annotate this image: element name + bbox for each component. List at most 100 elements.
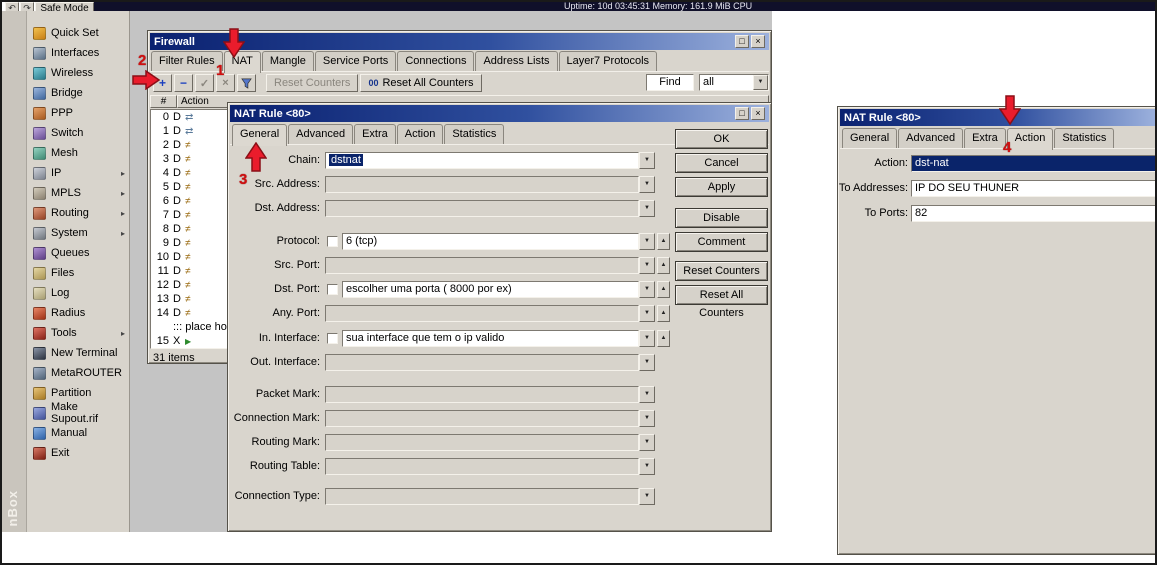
tab-advanced[interactable]: Advanced bbox=[288, 124, 353, 144]
reset-counters-button[interactable]: Reset Counters bbox=[675, 261, 768, 281]
protocol-up-toggle[interactable]: ▲ bbox=[657, 233, 670, 250]
any-port-field[interactable] bbox=[325, 305, 639, 322]
tab-action[interactable]: Action bbox=[397, 124, 444, 144]
sidebar-item-mpls[interactable]: MPLS ▸ bbox=[27, 183, 129, 203]
sidebar-item-exit[interactable]: Exit bbox=[27, 443, 129, 463]
tab-general[interactable]: General bbox=[842, 128, 897, 148]
any-port-up-toggle[interactable]: ▲ bbox=[657, 305, 670, 322]
connection-type-dropdown-button[interactable]: ▼ bbox=[639, 488, 655, 505]
src-address-field[interactable] bbox=[325, 176, 639, 193]
enable-rule-button[interactable]: ✓ bbox=[195, 74, 214, 92]
reset-all-counters-button[interactable]: 00 Reset All Counters bbox=[360, 74, 481, 92]
dst-port-dropdown-button[interactable]: ▼ bbox=[639, 281, 655, 298]
sidebar-item-routing[interactable]: Routing ▸ bbox=[27, 203, 129, 223]
in-interface-checkbox[interactable] bbox=[327, 333, 338, 344]
sidebar-item-tools[interactable]: Tools ▸ bbox=[27, 323, 129, 343]
nat-rule-action-dialog: NAT Rule <80> General Advanced Extra Act… bbox=[837, 106, 1157, 555]
column-header-num[interactable]: # bbox=[150, 95, 177, 108]
sidebar-item-partition[interactable]: Partition bbox=[27, 383, 129, 403]
connection-mark-dropdown-button[interactable]: ▼ bbox=[639, 410, 655, 427]
in-interface-field[interactable]: sua interface que tem o ip valido bbox=[342, 330, 639, 347]
sidebar-item-radius[interactable]: Radius bbox=[27, 303, 129, 323]
src-address-dropdown-button[interactable]: ▼ bbox=[639, 176, 655, 193]
dst-port-checkbox[interactable] bbox=[327, 284, 338, 295]
to-ports-field[interactable]: 82 bbox=[911, 205, 1157, 222]
any-port-dropdown-button[interactable]: ▼ bbox=[639, 305, 655, 322]
tab-statistics[interactable]: Statistics bbox=[1054, 128, 1114, 148]
sidebar-item-bridge[interactable]: Bridge bbox=[27, 83, 129, 103]
chain-dropdown-button[interactable]: ▼ bbox=[639, 152, 655, 169]
reset-all-counters-button[interactable]: Reset All Counters bbox=[675, 285, 768, 305]
protocol-checkbox[interactable] bbox=[327, 236, 338, 247]
tab-address-lists[interactable]: Address Lists bbox=[475, 51, 557, 71]
dst-address-field[interactable] bbox=[325, 200, 639, 217]
sidebar-item-wireless[interactable]: Wireless bbox=[27, 63, 129, 83]
routing-table-field[interactable] bbox=[325, 458, 639, 475]
rule-action-icon: ≠ bbox=[185, 294, 191, 305]
tab-service-ports[interactable]: Service Ports bbox=[315, 51, 396, 71]
packet-mark-field[interactable] bbox=[325, 386, 639, 403]
sidebar-item-system[interactable]: System ▸ bbox=[27, 223, 129, 243]
connection-mark-field[interactable] bbox=[325, 410, 639, 427]
sidebar-item-metarouter[interactable]: MetaROUTER bbox=[27, 363, 129, 383]
sidebar-item-quick-set[interactable]: Quick Set bbox=[27, 23, 129, 43]
dst-address-dropdown-button[interactable]: ▼ bbox=[639, 200, 655, 217]
reset-counters-button[interactable]: Reset Counters bbox=[266, 74, 358, 92]
in-interface-dropdown-button[interactable]: ▼ bbox=[639, 330, 655, 347]
tab-extra[interactable]: Extra bbox=[354, 124, 396, 144]
filter-button[interactable] bbox=[237, 74, 256, 92]
rule-flag: D bbox=[173, 195, 181, 207]
src-port-up-toggle[interactable]: ▲ bbox=[657, 257, 670, 274]
tab-filter-rules[interactable]: Filter Rules bbox=[151, 51, 223, 71]
in-interface-up-toggle[interactable]: ▲ bbox=[657, 330, 670, 347]
remove-rule-button[interactable]: − bbox=[174, 74, 193, 92]
to-addresses-field[interactable]: IP DO SEU THUNER bbox=[911, 180, 1157, 197]
sidebar-item-interfaces[interactable]: Interfaces bbox=[27, 43, 129, 63]
tab-mangle[interactable]: Mangle bbox=[262, 51, 314, 71]
routing-table-dropdown-button[interactable]: ▼ bbox=[639, 458, 655, 475]
routing-mark-dropdown-button[interactable]: ▼ bbox=[639, 434, 655, 451]
packet-mark-dropdown-button[interactable]: ▼ bbox=[639, 386, 655, 403]
sidebar-item-manual[interactable]: Manual bbox=[27, 423, 129, 443]
apply-button[interactable]: Apply bbox=[675, 177, 768, 197]
dst-port-up-toggle[interactable]: ▲ bbox=[657, 281, 670, 298]
sidebar-item-mesh[interactable]: Mesh bbox=[27, 143, 129, 163]
out-interface-field[interactable] bbox=[325, 354, 639, 371]
sidebar-item-queues[interactable]: Queues bbox=[27, 243, 129, 263]
src-port-field[interactable] bbox=[325, 257, 639, 274]
connection-type-field[interactable] bbox=[325, 488, 639, 505]
dst-port-field[interactable]: escolher uma porta ( 8000 por ex) bbox=[342, 281, 639, 298]
comment-button[interactable]: Comment bbox=[675, 232, 768, 252]
maximize-button[interactable]: □ bbox=[735, 35, 749, 48]
tab-connections[interactable]: Connections bbox=[397, 51, 474, 71]
sidebar-item-files[interactable]: Files bbox=[27, 263, 129, 283]
wireless-icon bbox=[33, 67, 46, 80]
close-button[interactable]: × bbox=[751, 35, 765, 48]
routing-mark-field[interactable] bbox=[325, 434, 639, 451]
cancel-button[interactable]: Cancel bbox=[675, 153, 768, 173]
tab-statistics[interactable]: Statistics bbox=[444, 124, 504, 144]
protocol-dropdown-button[interactable]: ▼ bbox=[639, 233, 655, 250]
sidebar-item-new-terminal[interactable]: New Terminal bbox=[27, 343, 129, 363]
filter-select[interactable]: all ▼ bbox=[699, 74, 769, 91]
tab-layer7-protocols[interactable]: Layer7 Protocols bbox=[559, 51, 658, 71]
find-button[interactable]: Find bbox=[646, 74, 694, 91]
tab-extra[interactable]: Extra bbox=[964, 128, 1006, 148]
ok-button[interactable]: OK bbox=[675, 129, 768, 149]
sidebar-item-ppp[interactable]: PPP bbox=[27, 103, 129, 123]
sidebar-item-ip[interactable]: IP ▸ bbox=[27, 163, 129, 183]
chevron-down-icon[interactable]: ▼ bbox=[753, 75, 768, 90]
sidebar-item-switch[interactable]: Switch bbox=[27, 123, 129, 143]
disable-button[interactable]: Disable bbox=[675, 208, 768, 228]
action-field[interactable]: dst-nat bbox=[911, 155, 1157, 172]
sidebar-item-log[interactable]: Log bbox=[27, 283, 129, 303]
close-button[interactable]: × bbox=[751, 107, 765, 120]
sidebar-item-make-supout[interactable]: Make Supout.rif bbox=[27, 403, 129, 423]
src-port-dropdown-button[interactable]: ▼ bbox=[639, 257, 655, 274]
out-interface-dropdown-button[interactable]: ▼ bbox=[639, 354, 655, 371]
tab-action[interactable]: Action bbox=[1007, 128, 1054, 150]
maximize-button[interactable]: □ bbox=[735, 107, 749, 120]
protocol-field[interactable]: 6 (tcp) bbox=[342, 233, 639, 250]
tab-advanced[interactable]: Advanced bbox=[898, 128, 963, 148]
chain-field[interactable]: dstnat bbox=[325, 152, 639, 169]
